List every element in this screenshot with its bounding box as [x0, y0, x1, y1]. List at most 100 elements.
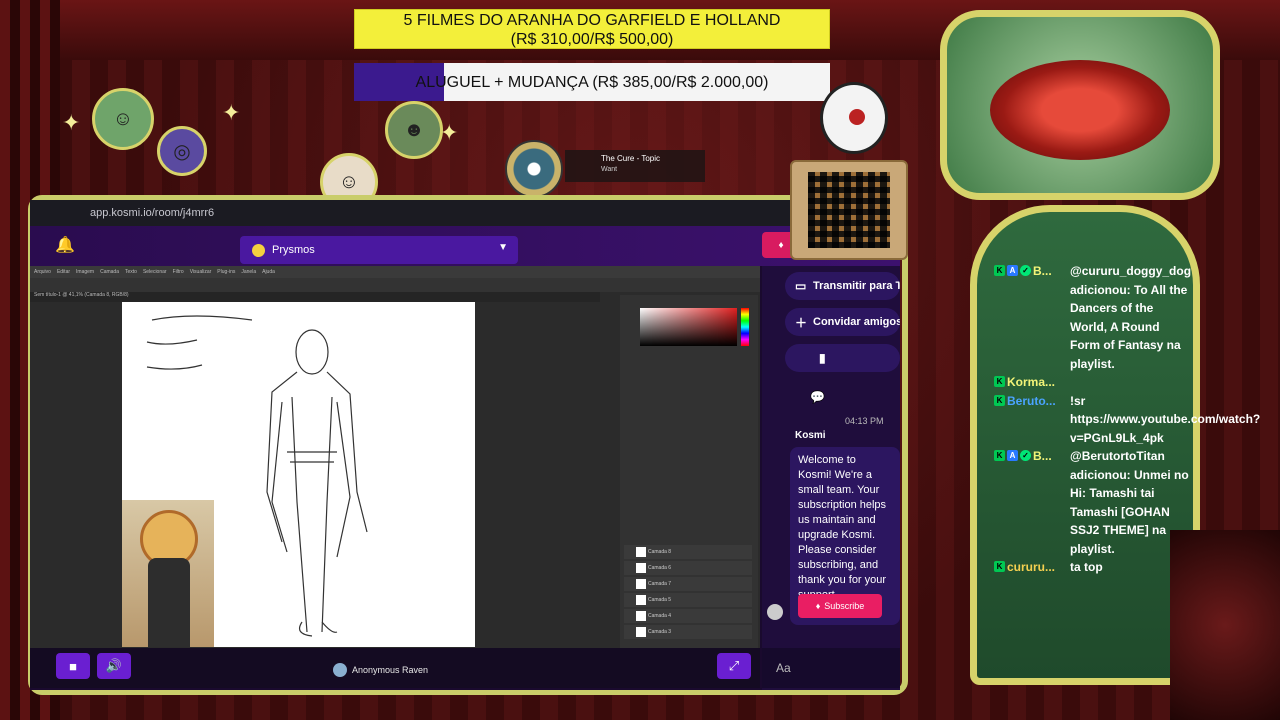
chat-badge-icon: K: [994, 394, 1005, 406]
chat-author-name: B...: [1033, 449, 1052, 463]
chat-author-name: Beruto...: [1007, 393, 1056, 408]
subscribe-label: Subscribe: [824, 601, 865, 611]
room-name: Prysmos: [272, 244, 315, 256]
layer-label: Camada 7: [648, 581, 672, 587]
bell-icon[interactable]: 🔔: [55, 235, 75, 255]
reference-image: [122, 500, 214, 647]
reference-figure: [148, 558, 190, 647]
chat-badge-icon: ✓: [1020, 265, 1031, 276]
chat-author[interactable]: K Beruto...: [994, 392, 1070, 448]
avatar: [767, 604, 783, 620]
cast-icon: ▭: [795, 279, 807, 293]
ps-menu-item: Camada: [100, 269, 119, 275]
chat-message-row: K Korma...: [994, 373, 1190, 392]
chat-message-text: @cururu_doggy_dog adicionou: To All the …: [1070, 264, 1192, 371]
chat-badge-icon: ✓: [1020, 450, 1031, 461]
layer-row: Camada 8: [624, 545, 752, 559]
sparkle-icon: ✦: [222, 100, 241, 125]
add-user-icon: ＋: [795, 315, 808, 330]
ps-menu-item: Imagem: [76, 269, 95, 275]
sparkle-icon: ✦: [440, 120, 459, 145]
layer-row: Camada 7: [624, 577, 752, 591]
layer-row: Camada 6: [624, 561, 752, 575]
layer-thumbnail: [636, 627, 646, 637]
chat-badge-icon: K: [994, 561, 1005, 572]
chat-badge-icon: K: [994, 265, 1005, 276]
chat-timestamp: 04:13 PM: [845, 416, 884, 426]
chat-badge-icon: A: [1007, 265, 1018, 276]
viewer-label: Anonymous Raven: [333, 663, 428, 677]
qr-code: [808, 172, 890, 248]
album-disc-icon: [505, 140, 563, 198]
layer-thumbnail: [636, 547, 646, 557]
now-playing-title: The Cure - Topic: [601, 154, 660, 163]
subscribe-button[interactable]: ♦ Subscribe: [798, 594, 882, 618]
chat-message-text: @BerutortoTitan adicionou: Unmei no Hi: …: [1070, 449, 1189, 556]
room-selector[interactable]: Prysmos ▼: [240, 236, 518, 264]
avatar: [333, 663, 347, 677]
chat-badge-icon: A: [1007, 450, 1018, 461]
now-playing-info: The Cure - Topic Want: [565, 150, 705, 182]
chat-message-row: K Beruto... !sr https://www.youtube.com/wa…: [994, 392, 1260, 448]
layer-row: Camada 4: [624, 609, 752, 623]
volume-button[interactable]: 🔊: [97, 653, 131, 679]
ps-menu-item: Editar: [56, 269, 71, 275]
ps-menu-item: Visualizar: [189, 269, 212, 275]
chat-author-name: Korma...: [1007, 375, 1056, 389]
chat-username: Kosmi: [795, 430, 826, 441]
chat-message-row: Kcururu... ta top: [994, 558, 1190, 577]
fullscreen-button[interactable]: ⤢: [717, 653, 751, 679]
layer-thumbnail: [636, 595, 646, 605]
viewer-name: Anonymous Raven: [352, 665, 429, 675]
ps-menu-item: Janela: [241, 269, 257, 275]
layer-row: Camada 3: [624, 625, 752, 639]
goal-bar-1: 5 FILMES DO ARANHA DO GARFIELD E HOLLAND…: [354, 9, 830, 49]
color-picker[interactable]: [640, 308, 737, 346]
chat-placeholder: Aa: [776, 661, 791, 675]
video-button[interactable]: ▮: [785, 344, 900, 372]
chat-author[interactable]: Kcururu...: [994, 558, 1070, 577]
now-playing-widget: The Cure - Topic Want: [505, 140, 705, 198]
room-dot-icon: [252, 244, 265, 257]
address-bar[interactable]: app.kosmi.io/room/j4mrr6: [30, 200, 790, 226]
cast-tv-label: Transmitir para TV: [813, 280, 900, 292]
clown-eye: [849, 109, 865, 125]
chat-author[interactable]: K Korma...: [994, 373, 1070, 392]
layer-label: Camada 6: [648, 565, 672, 571]
cast-tv-button[interactable]: ▭ Transmitir para TV: [785, 272, 900, 300]
hue-slider[interactable]: [741, 308, 749, 346]
chat-input[interactable]: Aa: [762, 648, 900, 688]
ps-menu-item: Ajuda: [262, 269, 275, 275]
chat-bubble-icon[interactable]: 💬: [810, 390, 825, 404]
chat-badge-icon: K: [994, 376, 1005, 387]
chat-message-text: [1070, 373, 1190, 392]
chat-badge-icon: K: [994, 450, 1005, 461]
layer-thumbnail: [636, 579, 646, 589]
goal-2-label: ALUGUEL + MUDANÇA (R$ 385,00/R$ 2.000,00…: [415, 73, 769, 91]
clown-mascot: [820, 82, 888, 154]
chat-author-name: cururu...: [1007, 560, 1056, 574]
goal-bar-2: ALUGUEL + MUDANÇA (R$ 385,00/R$ 2.000,00…: [354, 63, 830, 101]
viewer-avatar-3: ☻: [385, 101, 443, 159]
now-playing-track: Want: [601, 166, 618, 173]
eye-artwork: [990, 60, 1170, 160]
chat-message-text: !sr https://www.youtube.com/watch?v=PGnL…: [1070, 393, 1261, 445]
layer-row: Camada 5: [624, 593, 752, 607]
video-icon: ▮: [819, 351, 826, 365]
viewer-avatar-1: ☺: [92, 88, 154, 150]
chat-message-row: K A ✓ B... @BerutortoTitan adicionou: Unmei …: [994, 447, 1190, 558]
stop-button[interactable]: ■: [56, 653, 90, 679]
chat-author[interactable]: K A ✓ B...: [994, 447, 1070, 558]
invite-friends-button[interactable]: ＋ Convidar amigos: [785, 308, 900, 336]
chat-author[interactable]: K A ✓ B...: [994, 262, 1070, 373]
chat-message-row: K A ✓ B... @cururu_doggy_dog adicionou: To A…: [994, 262, 1192, 373]
chat-message-text: ta top: [1070, 560, 1103, 574]
ps-menu-item: Selecionar: [142, 269, 167, 275]
ps-document-tab: Sem título-1 @ 41,1% (Camada 8, RGB/8): [30, 292, 600, 302]
ps-options-bar: [30, 278, 760, 292]
viewer-avatar-2: ◎: [157, 126, 207, 176]
twitch-chat: K A ✓ B... @cururu_doggy_dog adicionou: To A…: [994, 262, 1260, 577]
ps-menu-item: Filtro: [172, 269, 184, 275]
chat-author-name: B...: [1033, 264, 1052, 278]
goal-1-label: 5 FILMES DO ARANHA DO GARFIELD E HOLLAND…: [403, 12, 781, 48]
